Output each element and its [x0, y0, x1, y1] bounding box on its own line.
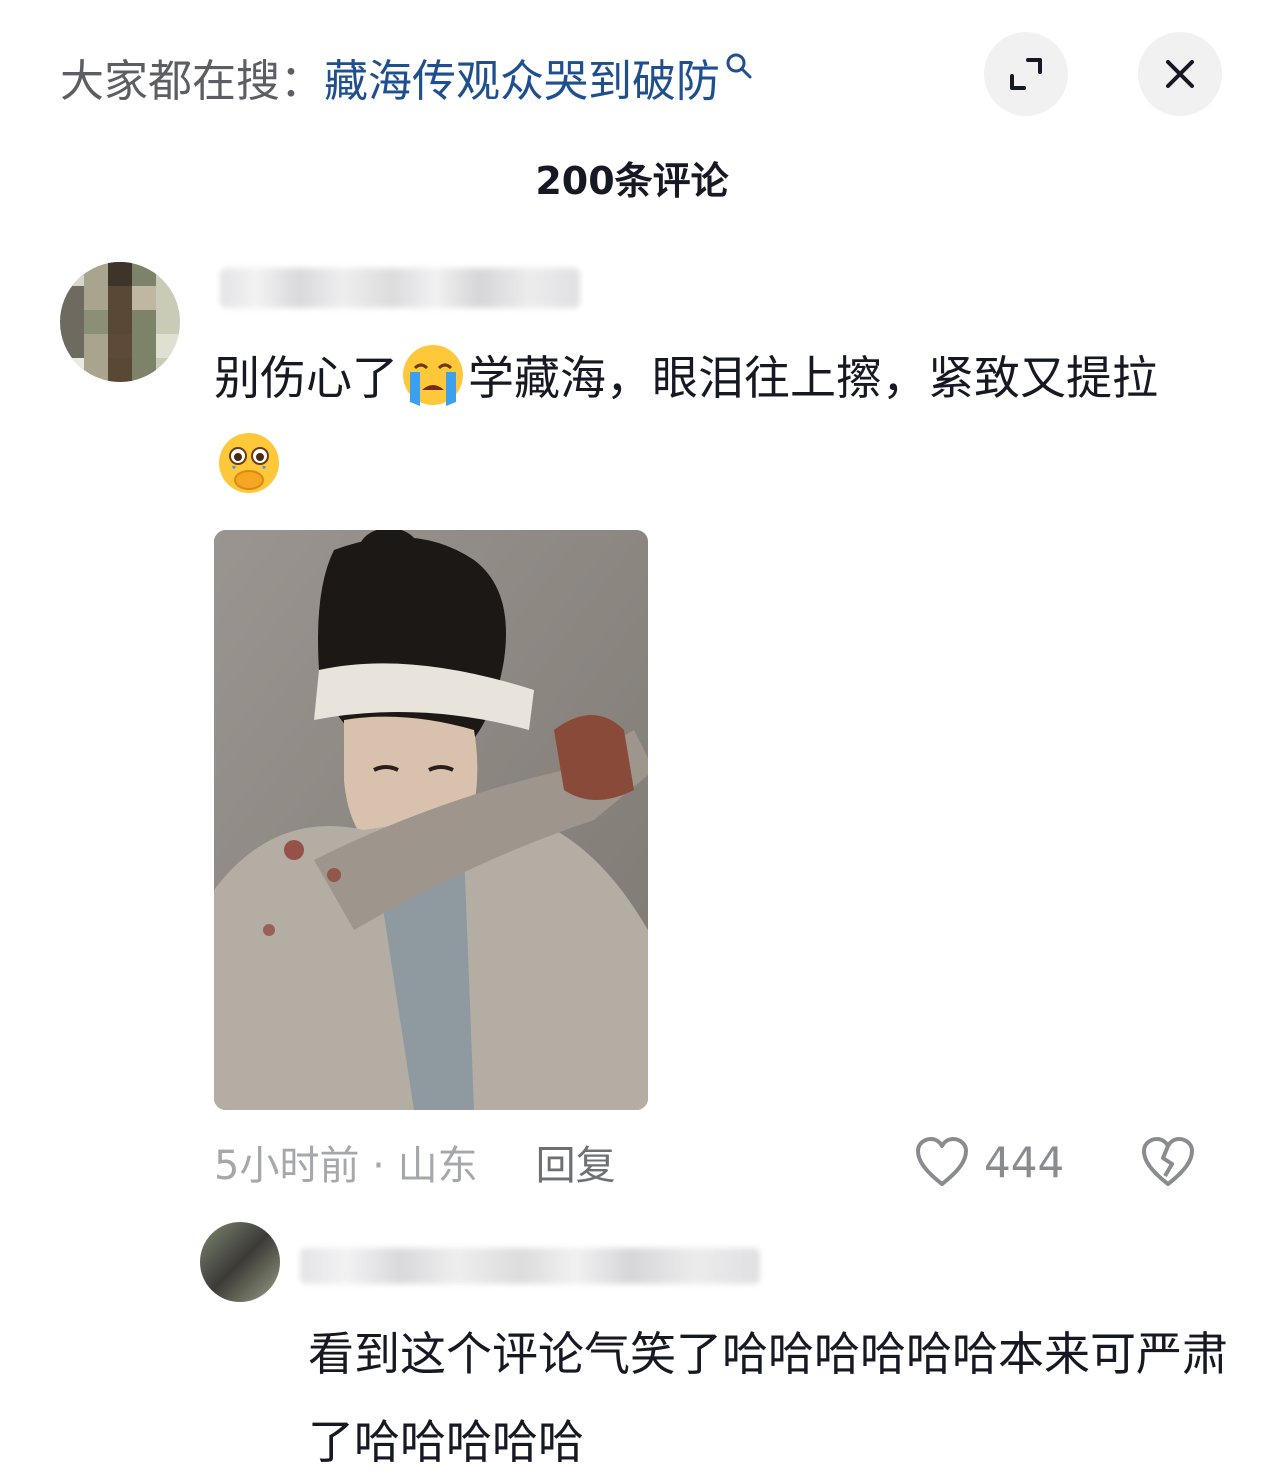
reply-button[interactable]: 回复: [536, 1133, 616, 1191]
search-icon: [726, 53, 752, 79]
reply-comment-text: 看到这个评论气笑了哈哈哈哈哈哈本来可严肃了哈哈哈哈哈: [308, 1327, 1228, 1469]
avatar-pixel: [108, 334, 132, 358]
search-suggestion-prefix: 大家都在搜：: [60, 56, 324, 107]
expand-icon: [1010, 58, 1042, 90]
heart-icon: [916, 1137, 968, 1186]
comment-text: 别伤心了 学藏海，眼泪往上擦，紧致又提拉: [214, 334, 1194, 510]
comments-sheet: 大家都在搜： 藏海传观众哭到破防 200条评论 别伤心了 学藏海，眼泪往上擦，紧…: [0, 0, 1264, 1483]
avatar-pixel: [108, 262, 132, 286]
username-blurred[interactable]: [220, 268, 580, 308]
search-suggestion[interactable]: 大家都在搜： 藏海传观众哭到破防: [60, 42, 754, 112]
face-holding-back-tears-emoji: [219, 433, 279, 493]
comment-time-location: 5小时前 · 山东: [214, 1143, 478, 1189]
comment-meta: 5小时前 · 山东 回复: [214, 1132, 616, 1192]
close-icon: [1166, 60, 1194, 88]
loudly-crying-face-emoji: [403, 345, 463, 406]
expand-button[interactable]: [984, 32, 1068, 116]
search-suggestion-query[interactable]: 藏海传观众哭到破防: [324, 45, 720, 109]
like-count: 444: [984, 1137, 1065, 1187]
avatar-pixel: [60, 358, 84, 382]
comment-photo: [214, 530, 648, 1110]
comment-text-part2: 学藏海，眼泪往上擦，紧致又提拉: [468, 351, 1158, 405]
close-button[interactable]: [1138, 32, 1222, 116]
broken-heart-icon[interactable]: [1140, 1134, 1196, 1190]
comments-count-title: 200条评论: [535, 159, 729, 203]
username-blurred[interactable]: [300, 1248, 760, 1284]
avatar-pixel: [132, 286, 156, 310]
avatar-pixel: [60, 262, 84, 286]
avatar[interactable]: [200, 1222, 280, 1302]
comment-text-part1: 别伤心了: [214, 351, 398, 405]
avatar[interactable]: [60, 262, 180, 382]
comment-image[interactable]: [214, 530, 648, 1110]
like-button[interactable]: 444: [914, 1132, 1064, 1192]
avatar-pixel: [156, 334, 180, 358]
avatar-pixel: [84, 310, 108, 334]
